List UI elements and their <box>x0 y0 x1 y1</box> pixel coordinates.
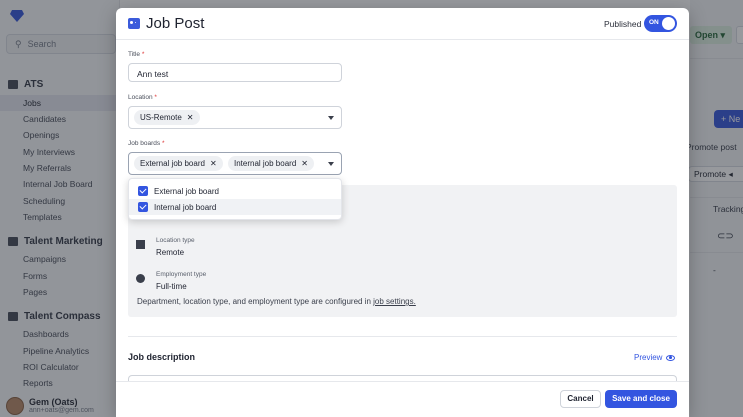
eye-icon <box>666 354 676 361</box>
location-type-row: Location type Remote <box>136 237 195 257</box>
location-type-key: Location type <box>156 237 195 244</box>
job-boards-select[interactable]: External job board ✕ Internal job board ✕ <box>128 152 342 175</box>
settings-note: Department, location type, and employmen… <box>137 297 416 306</box>
modal-footer: Cancel Save and close <box>116 381 689 417</box>
location-chip[interactable]: US-Remote ✕ <box>134 110 200 125</box>
cancel-button[interactable]: Cancel <box>560 390 601 408</box>
preview-link[interactable]: Preview <box>634 353 676 362</box>
employment-type-key: Employment type <box>156 271 207 278</box>
location-type-value: Remote <box>156 248 185 257</box>
chevron-down-icon[interactable] <box>328 162 334 166</box>
chevron-down-icon[interactable] <box>328 116 334 120</box>
employment-type-value: Full-time <box>156 282 187 291</box>
divider <box>128 336 677 337</box>
job-settings-link[interactable]: job settings. <box>373 297 416 306</box>
title-label: Title * <box>128 51 145 58</box>
remove-chip-icon[interactable]: ✕ <box>210 159 217 168</box>
job-boards-dropdown: External job board Internal job board <box>128 178 342 220</box>
modal-header: Job Post Published ON <box>116 8 689 40</box>
dropdown-option[interactable]: Internal job board <box>129 199 341 215</box>
job-description-title: Job description <box>128 352 196 362</box>
toggle-state: ON <box>649 19 659 26</box>
title-value: Ann test <box>137 69 169 79</box>
job-post-modal: Job Post Published ON Title * Ann test L… <box>116 8 689 417</box>
checkbox-checked-icon[interactable] <box>138 202 148 212</box>
modal-title: Job Post <box>146 15 205 32</box>
id-card-icon <box>128 18 140 29</box>
toggle-knob <box>662 17 675 30</box>
remove-chip-icon[interactable]: ✕ <box>187 113 194 122</box>
job-board-chip[interactable]: External job board ✕ <box>134 156 223 171</box>
checkbox-checked-icon[interactable] <box>138 186 148 196</box>
job-boards-label: Job boards * <box>128 140 165 147</box>
published-toggle[interactable]: ON <box>644 15 677 32</box>
remove-chip-icon[interactable]: ✕ <box>301 159 308 168</box>
building-icon <box>136 240 145 249</box>
title-input[interactable]: Ann test <box>128 63 342 82</box>
location-label: Location * <box>128 94 157 101</box>
location-select[interactable]: US-Remote ✕ <box>128 106 342 129</box>
published-label: Published <box>604 19 642 29</box>
employment-type-row: Employment type Full-time <box>136 271 206 291</box>
job-board-chip[interactable]: Internal job board ✕ <box>228 156 314 171</box>
save-and-close-button[interactable]: Save and close <box>605 390 677 408</box>
modal-body: Title * Ann test Location * US-Remote ✕ J… <box>116 41 689 387</box>
clock-icon <box>136 274 145 283</box>
dropdown-option[interactable]: External job board <box>129 183 341 199</box>
